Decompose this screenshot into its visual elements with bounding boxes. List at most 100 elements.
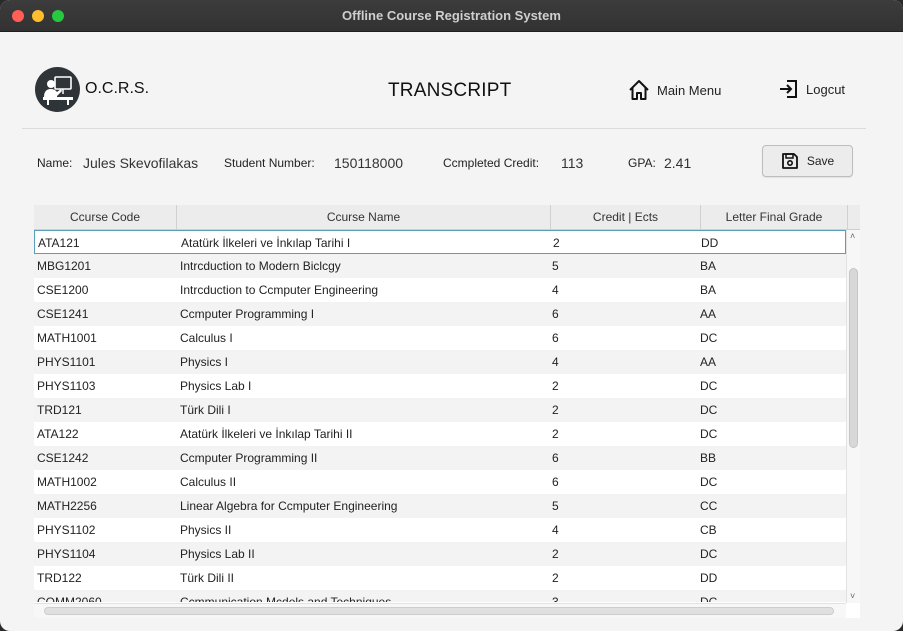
vertical-scroll-thumb[interactable] [849, 268, 858, 448]
table-row[interactable]: MATH1001 Calculus I 6 DC [34, 326, 846, 350]
app-logo-text: O.C.R.S. [85, 80, 150, 97]
save-label: Save [806, 154, 835, 168]
cell-course-code: MATH1001 [37, 331, 97, 345]
name-label: Name: [37, 156, 73, 170]
gpa-label: GPA: [628, 156, 656, 170]
scroll-up-arrow-icon[interactable]: ˄ [850, 232, 855, 241]
column-header-course-code[interactable]: Ccurse Code [34, 205, 177, 229]
cell-course-code: MATH1002 [37, 475, 97, 489]
header-divider [22, 128, 866, 129]
logout-button[interactable]: Logcut [778, 78, 845, 100]
vertical-scrollbar[interactable]: ˄ ˅ [846, 230, 860, 603]
table-row[interactable]: PHYS1102 Physics II 4 CB [34, 518, 846, 542]
cell-course-code: CSE1200 [37, 283, 89, 297]
cell-course-code: PHYS1101 [37, 355, 96, 369]
cell-course-code: PHYS1103 [37, 379, 96, 393]
cell-credit-ects: 6 [552, 307, 559, 321]
name-value: Jules Skevofilakas [83, 155, 199, 171]
table-header: Ccurse Code Ccurse Name Credit | Ects Le… [34, 205, 860, 230]
logout-label: Logcut [806, 81, 846, 97]
cell-course-name: Linear Algebra for Ccmputer Engineering [180, 499, 398, 513]
cell-credit-ects: 6 [552, 451, 559, 465]
main-menu-label: Main Menu [657, 82, 722, 98]
cell-course-code: TRD121 [37, 403, 82, 417]
cell-letter-grade: DC [700, 403, 718, 417]
cell-course-name: Intrcduction to Modern Biclcgy [180, 259, 341, 273]
cell-course-code: CSE1241 [37, 307, 89, 321]
cell-credit-ects: 2 [552, 547, 559, 561]
main-menu-button[interactable]: Main Menu [627, 78, 721, 102]
cell-credit-ects: 2 [552, 403, 559, 417]
cell-credit-ects: 5 [552, 259, 559, 273]
cell-letter-grade: BA [700, 283, 717, 297]
cell-course-code: MATH2256 [37, 499, 97, 513]
cell-letter-grade: AA [700, 355, 717, 369]
column-header-letter-grade[interactable]: Letter Final Grade [701, 205, 848, 229]
table-row[interactable]: PHYS1103 Physics Lab I 2 DC [34, 374, 846, 398]
teacher-board-icon [43, 76, 73, 105]
cell-letter-grade: CC [700, 499, 718, 513]
app-window: Offline Course Registration System O.C.R… [0, 0, 903, 631]
table-row[interactable]: PHYS1104 Physics Lab II 2 DC [34, 542, 846, 566]
completed-credit-label: Ccmpleted Credit: [443, 156, 540, 170]
cell-course-code: PHYS1104 [37, 547, 96, 561]
cell-course-name: Physics Lab II [180, 547, 255, 561]
student-number-value: 150118000 [334, 155, 404, 171]
cell-letter-grade: DD [700, 571, 718, 585]
cell-letter-grade: DD [701, 236, 719, 250]
table-row[interactable]: MBG1201 Intrcduction to Modern Biclcgy 5 BA [34, 254, 846, 278]
cell-credit-ects: 5 [552, 499, 559, 513]
transcript-table: Ccurse Code Ccurse Name Credit | Ects Le… [34, 205, 860, 618]
floppy-disk-icon [781, 153, 798, 169]
cell-course-code: ATA121 [38, 236, 80, 250]
cell-credit-ects: 2 [552, 427, 559, 441]
table-row[interactable]: ATA121 Atatürk İlkeleri ve İnkılap Tarihi… [34, 230, 846, 254]
horizontal-scrollbar[interactable] [34, 603, 846, 618]
cell-letter-grade: BA [700, 259, 717, 273]
page-title: TRANSCRIPT [388, 80, 512, 101]
table-body: ATA121 Atatürk İlkeleri ve İnkılap Tarihi… [34, 230, 846, 602]
table-row[interactable]: MATH1002 Calculus II 6 DC [34, 470, 846, 494]
cell-credit-ects: 2 [552, 571, 559, 585]
completed-credit-value: 113 [561, 155, 584, 171]
table-row[interactable]: TRD121 Türk Dili I 2 DC [34, 398, 846, 422]
scroll-down-arrow-icon[interactable]: ˅ [850, 592, 855, 601]
cell-letter-grade: DC [700, 427, 718, 441]
cell-course-name: Atatürk İlkeleri ve İnkılap Tarihi II [180, 427, 353, 441]
horizontal-scroll-thumb[interactable] [44, 607, 834, 615]
cell-letter-grade: BB [700, 451, 717, 465]
cell-credit-ects: 6 [552, 331, 559, 345]
cell-course-name: Türk Dili I [180, 403, 231, 417]
cell-letter-grade: DC [700, 595, 718, 602]
cell-course-name: Physics I [180, 355, 229, 369]
cell-course-code: TRD122 [37, 571, 82, 585]
table-row[interactable]: PHYS1101 Physics I 4 AA [34, 350, 846, 374]
table-row[interactable]: ATA122 Atatürk İlkeleri ve İnkılap Tarihi… [34, 422, 846, 446]
column-header-credit-ects[interactable]: Credit | Ects [551, 205, 701, 229]
cell-course-name: Ccmputer Programming II [180, 451, 318, 465]
home-icon [629, 80, 649, 100]
cell-letter-grade: AA [700, 307, 717, 321]
cell-letter-grade: DC [700, 475, 718, 489]
table-row[interactable]: CSE1242 Ccmputer Programming II 6 BB [34, 446, 846, 470]
table-row[interactable]: CSE1241 Ccmputer Programming I 6 AA [34, 302, 846, 326]
cell-course-name: Türk Dili II [180, 571, 234, 585]
cell-credit-ects: 4 [552, 355, 559, 369]
save-button[interactable]: Save [762, 145, 853, 177]
gpa-value: 2.41 [664, 155, 692, 171]
cell-credit-ects: 2 [553, 236, 560, 250]
cell-credit-ects: 4 [552, 523, 559, 537]
cell-letter-grade: DC [700, 547, 718, 561]
table-row[interactable]: MATH2256 Linear Algebra for Ccmputer Engi… [34, 494, 846, 518]
cell-credit-ects: 3 [552, 595, 559, 602]
cell-course-name: Physics Lab I [180, 379, 252, 393]
table-row[interactable]: TRD122 Türk Dili II 2 DD [34, 566, 846, 590]
cell-course-code: COMM2060 [37, 595, 102, 602]
cell-course-name: Intrcduction to Ccmputer Engineering [180, 283, 379, 297]
cell-course-name: Ccmputer Programming I [180, 307, 315, 321]
cell-course-name: Ccmmunication Mcdels and Techniques [180, 595, 392, 602]
table-row[interactable]: CSE1200 Intrcduction to Ccmputer Engineer… [34, 278, 846, 302]
table-row[interactable]: COMM2060 Ccmmunication Mcdels and Techniq… [34, 590, 846, 602]
cell-course-name: Atatürk İlkeleri ve İnkılap Tarihi I [181, 236, 351, 250]
column-header-course-name[interactable]: Ccurse Name [177, 205, 551, 229]
